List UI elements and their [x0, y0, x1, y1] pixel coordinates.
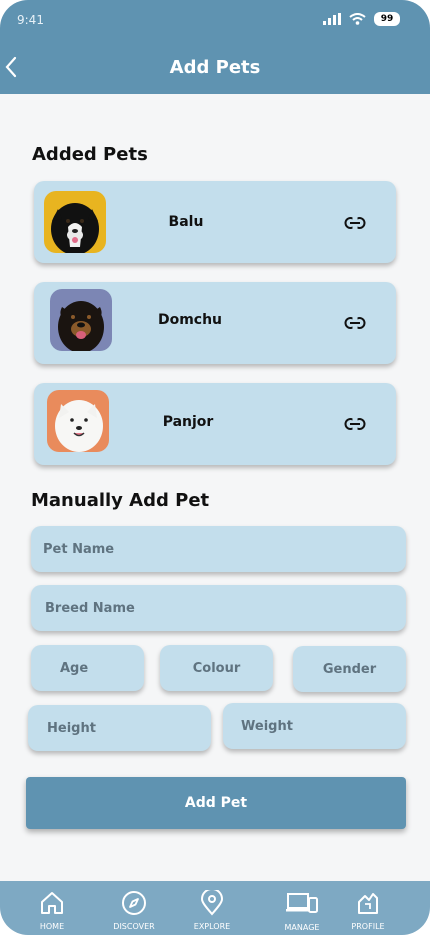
manual-add-heading: Manually Add Pet [31, 490, 210, 511]
gender-field[interactable]: Gender [293, 646, 406, 692]
colour-field[interactable]: Colour [160, 645, 273, 691]
pet-name: Balu [168, 214, 204, 230]
pet-card-balu[interactable]: Balu [34, 181, 396, 263]
profile-icon [358, 893, 378, 914]
nav-label: PROFILE [351, 922, 385, 931]
link-icon[interactable] [344, 417, 366, 431]
phone-screen: 9:41 99 Add Pets Added Pets Balu Domchu … [0, 0, 430, 935]
status-time: 9:41 [17, 13, 44, 27]
breed-name-field[interactable]: Breed Name [31, 585, 406, 631]
pet-card-domchu[interactable]: Domchu [34, 282, 396, 364]
age-field[interactable]: Age [31, 645, 144, 691]
home-icon [41, 892, 63, 914]
compass-icon [122, 891, 146, 915]
nav-label: DISCOVER [113, 922, 155, 931]
nav-discover[interactable]: DISCOVER [99, 881, 169, 935]
app-header: 9:41 99 Add Pets [0, 0, 430, 94]
wifi-icon [349, 13, 366, 25]
pet-name: Domchu [157, 312, 223, 328]
status-icons: 99 [323, 12, 400, 26]
battery-indicator: 99 [374, 12, 400, 26]
add-pet-button[interactable]: Add Pet [26, 777, 406, 829]
nav-label: HOME [39, 922, 65, 931]
page-title: Add Pets [169, 57, 261, 78]
bottom-nav: HOME DISCOVER EXPLORE MANAGE PROFILE [0, 881, 430, 935]
link-icon[interactable] [344, 216, 366, 230]
pet-name: Panjor [162, 414, 214, 430]
nav-manage[interactable]: MANAGE [267, 881, 337, 935]
location-pin-icon [200, 890, 224, 916]
link-icon[interactable] [344, 316, 366, 330]
nav-home[interactable]: HOME [17, 881, 87, 935]
weight-field[interactable]: Weight [223, 703, 406, 749]
nav-label: MANAGE [284, 923, 320, 932]
nav-label: EXPLORE [193, 922, 231, 931]
added-pets-heading: Added Pets [32, 144, 148, 165]
devices-icon [286, 893, 318, 913]
height-field[interactable]: Height [28, 705, 211, 751]
nav-explore[interactable]: EXPLORE [177, 881, 247, 935]
nav-profile[interactable]: PROFILE [333, 881, 403, 935]
signal-icon [323, 13, 341, 25]
pet-card-panjor[interactable]: Panjor [34, 383, 396, 465]
pet-name-field[interactable]: Pet Name [31, 526, 406, 572]
